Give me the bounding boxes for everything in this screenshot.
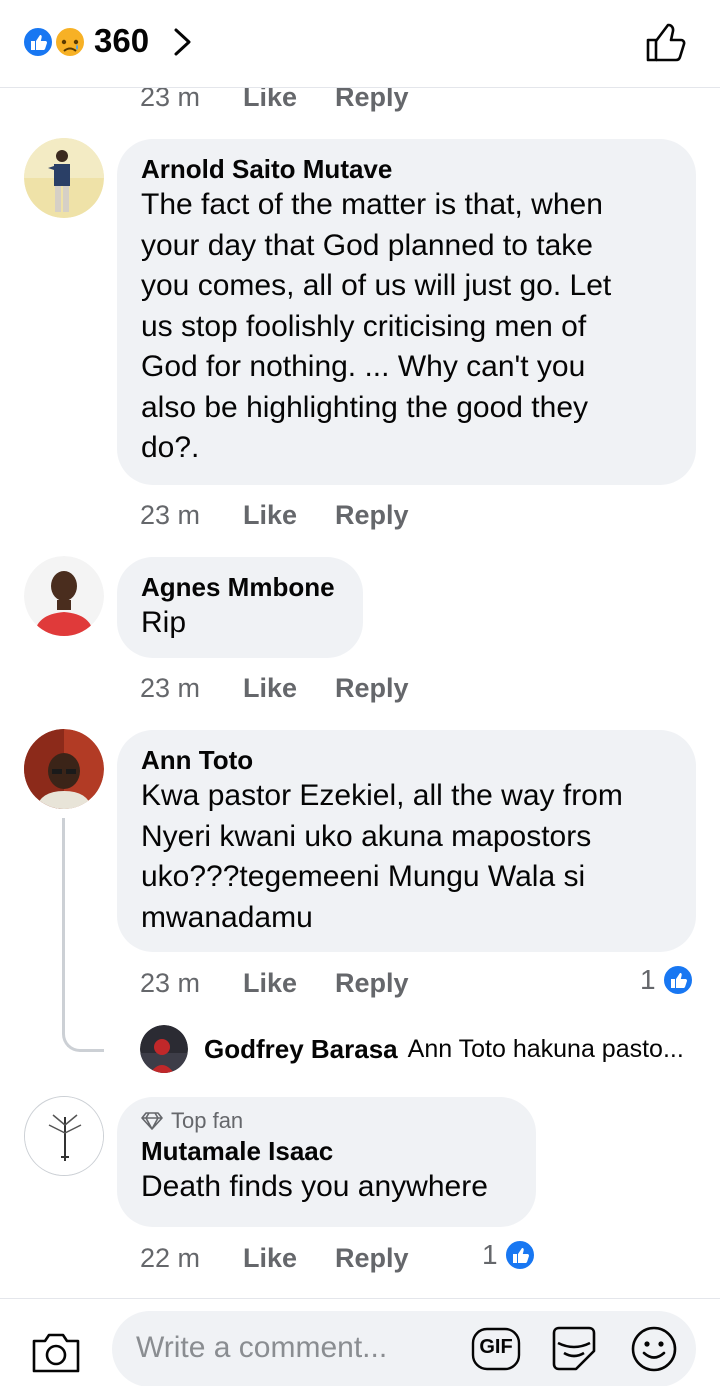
reply-author[interactable]: Godfrey Barasa [204,1034,398,1065]
comment-text-line: us stop foolishly criticising men of [141,309,587,343]
comment-text-line: mwanadamu [141,900,313,934]
top-fan-badge: Top fan [141,1107,512,1135]
comment-time: 23 m [140,499,201,530]
comment-reaction-count[interactable]: 1 [640,963,694,997]
like-button[interactable]: Like [243,673,335,704]
avatar[interactable] [140,1025,188,1073]
comment-author[interactable]: Ann Toto [141,744,672,776]
reply-button[interactable]: Reply [335,673,409,704]
camera-icon[interactable] [30,1329,82,1375]
comment-actions: 23 m Like Reply [140,498,409,532]
comment-bubble: Top fan Mutamale Isaac Death finds you a… [117,1097,536,1227]
reply-preview[interactable]: Godfrey Barasa Ann Toto hakuna pasto... [140,1024,684,1074]
emoji-icon[interactable] [628,1323,680,1375]
gif-button[interactable]: GIF [470,1325,522,1373]
sticker-icon[interactable] [548,1323,600,1375]
comment-text-line: do?. [141,431,200,464]
reaction-icons[interactable] [22,26,92,58]
comment-text-line: Nyeri kwani uko akuna mapostors [141,819,592,853]
reply-button[interactable]: Reply [335,968,409,999]
comment-time: 22 m [140,1242,201,1273]
comment-author[interactable]: Mutamale Isaac [141,1135,512,1167]
comment-text-line: your day that God planned to take [141,228,593,262]
comment-bubble: Arnold Saito Mutave The fact of the matt… [117,139,696,485]
reply-button[interactable]: Reply [335,1243,409,1274]
reaction-count: 1 [640,964,656,995]
comment-reaction-count[interactable]: 1 [482,1238,536,1272]
avatar[interactable] [24,729,104,809]
sad-icon [54,26,86,58]
comment-text-line: God for nothing. ... Why can't you [141,350,586,383]
comment-input[interactable] [136,1325,466,1371]
comment-text-line: also be highlighting the good they [141,390,589,424]
comment-text-line: Death finds you anywhere [141,1170,488,1203]
comment-text-line: you comes, all of us will just go. Let [141,269,612,302]
reply-thread-line [62,818,104,1052]
avatar[interactable] [24,138,104,218]
comment-time: 23 m [140,967,201,998]
like-button[interactable]: Like [243,1243,335,1274]
reactions-header: 360 [0,0,720,88]
like-button[interactable]: Like [243,968,335,999]
reaction-count[interactable]: 360 [94,22,149,60]
gif-label: GIF [479,1336,513,1358]
comment-bubble: Agnes Mmbone Rip [117,557,363,658]
chevron-right-icon[interactable] [170,22,196,62]
comment-actions: 23 m Like Reply [140,966,409,1000]
comment-composer: GIF [0,1298,720,1386]
comment-author[interactable]: Arnold Saito Mutave [141,153,672,185]
comment-bubble: Ann Toto Kwa pastor Ezekiel, all the way… [117,730,696,952]
avatar[interactable] [24,1096,104,1176]
avatar[interactable] [24,556,104,636]
reaction-count: 1 [482,1239,498,1270]
comment-text-line: The fact of the matter is that, when [141,188,603,221]
comment-author[interactable]: Agnes Mmbone [141,571,339,603]
comment-text-line: Rip [141,606,187,639]
like-button[interactable]: Like [243,500,335,531]
like-icon [503,1239,536,1271]
top-fan-label: Top fan [171,1108,244,1133]
thumbs-up-outline-icon[interactable] [644,20,690,64]
comment-actions: 23 m Like Reply [140,671,409,705]
comment-actions: 22 m Like Reply [140,1241,409,1275]
diamond-icon [141,1112,163,1130]
like-icon [22,26,54,58]
comment-text-line: uko???tegemeeni Mungu Wala si [141,860,586,893]
like-icon [661,964,694,996]
reply-button[interactable]: Reply [335,500,409,531]
comment-time: 23 m [140,672,201,703]
comment-input-container[interactable]: GIF [112,1311,696,1386]
reply-text: Ann Toto hakuna pasto... [407,1034,684,1063]
comment-text-line: Kwa pastor Ezekiel, all the way from [141,779,623,812]
